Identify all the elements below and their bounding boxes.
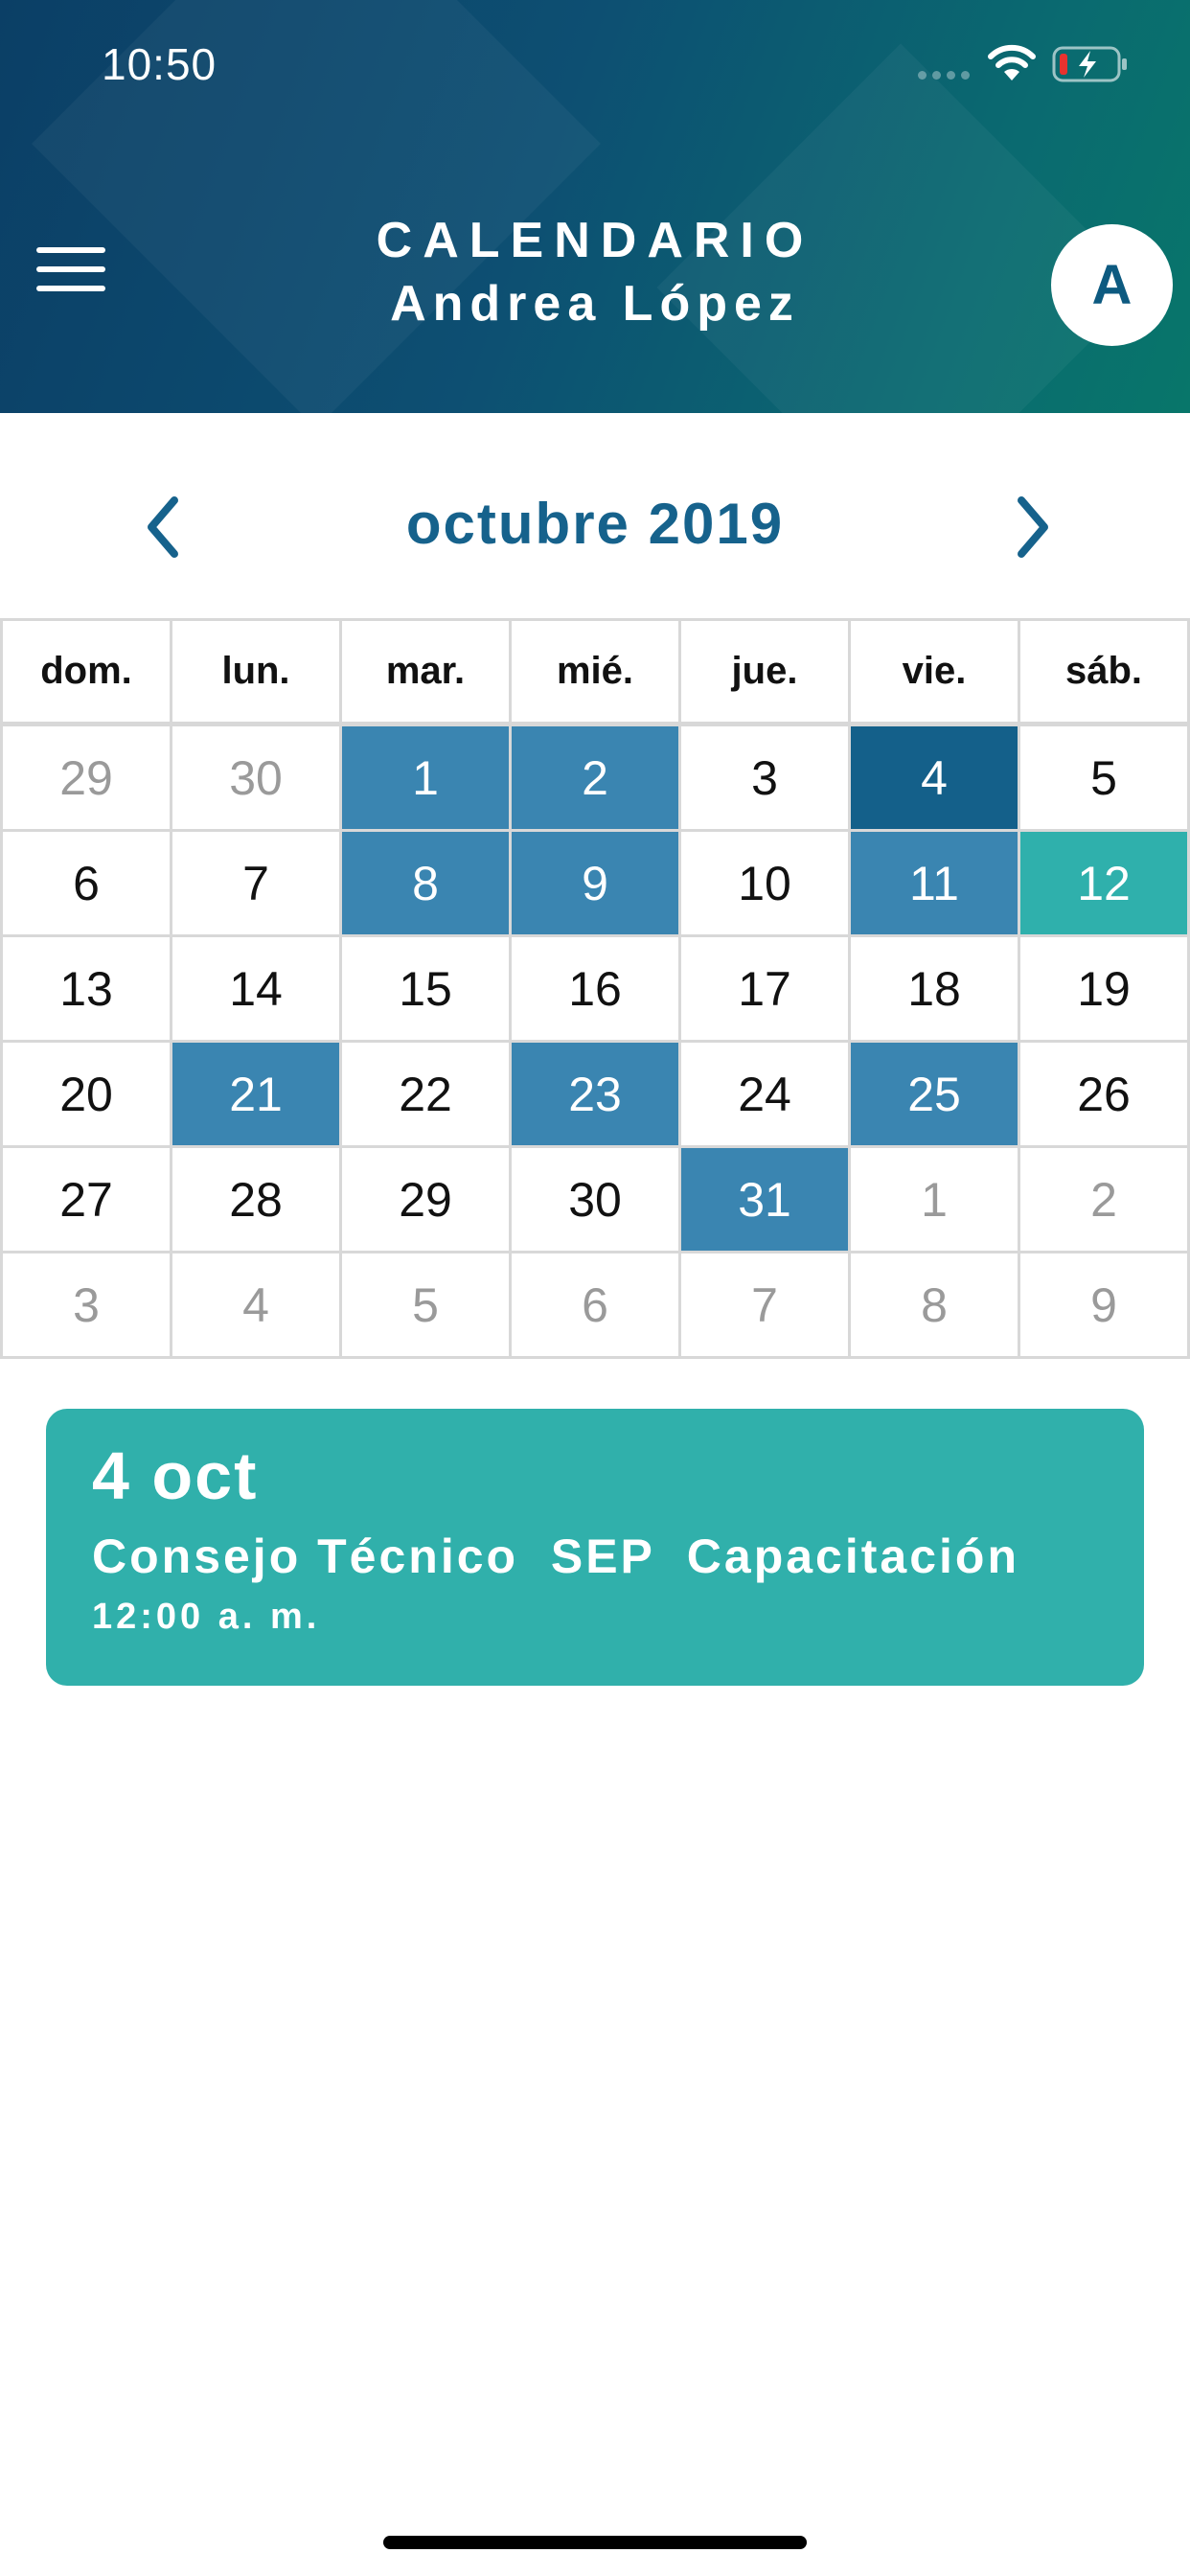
calendar-day[interactable]: 2 [512,726,681,832]
calendar-day[interactable]: 22 [342,1043,512,1148]
calendar-day[interactable]: 7 [172,832,342,937]
cellular-signal-icon [918,71,970,80]
home-indicator [383,2536,807,2549]
weekday-header: vie. [851,621,1020,726]
app-header: 10:50 CALENDARIO Andrea López A [0,0,1190,413]
calendar-day[interactable]: 24 [681,1043,851,1148]
calendar-day[interactable]: 1 [342,726,512,832]
calendar-day[interactable]: 29 [3,726,172,832]
event-title: Consejo Técnico SEP Capacitación [92,1530,1019,1583]
calendar-day[interactable]: 8 [851,1254,1020,1359]
calendar-day[interactable]: 7 [681,1254,851,1359]
header-title: CALENDARIO Andrea López [0,209,1190,335]
page-title: CALENDARIO [376,213,814,268]
calendar-day[interactable]: 6 [512,1254,681,1359]
chevron-right-icon[interactable] [1004,489,1062,565]
calendar-day[interactable]: 27 [3,1148,172,1254]
weekday-header: jue. [681,621,851,726]
event-time: 12:00 a. m. [92,1597,321,1637]
calendar-day[interactable]: 9 [1020,1254,1190,1359]
calendar-day[interactable]: 16 [512,937,681,1043]
calendar-day[interactable]: 3 [3,1254,172,1359]
calendar-day[interactable]: 30 [172,726,342,832]
calendar-day[interactable]: 1 [851,1148,1020,1254]
month-navigation: octubre 2019 [0,470,1190,575]
calendar-day[interactable]: 28 [172,1148,342,1254]
event-date: 4 oct [92,1438,259,1513]
calendar-day[interactable]: 17 [681,937,851,1043]
event-card[interactable]: 4 oct Consejo Técnico SEP Capacitación 1… [46,1409,1144,1686]
calendar-day[interactable]: 30 [512,1148,681,1254]
calendar-day[interactable]: 4 [172,1254,342,1359]
calendar-day[interactable]: 19 [1020,937,1190,1043]
calendar-day[interactable]: 10 [681,832,851,937]
calendar-day[interactable]: 15 [342,937,512,1043]
calendar-day[interactable]: 12 [1020,832,1190,937]
weekday-header: mar. [342,621,512,726]
calendar-day[interactable]: 3 [681,726,851,832]
weekday-header: mié. [512,621,681,726]
calendar-day[interactable]: 18 [851,937,1020,1043]
calendar-day[interactable]: 5 [342,1254,512,1359]
battery-charging-icon [1052,46,1127,82]
weekday-header: lun. [172,621,342,726]
weekday-header: dom. [3,621,172,726]
calendar-day[interactable]: 2 [1020,1148,1190,1254]
calendar-day[interactable]: 23 [512,1043,681,1148]
calendar-day[interactable]: 25 [851,1043,1020,1148]
calendar-day[interactable]: 6 [3,832,172,937]
avatar[interactable]: A [1051,224,1173,346]
calendar-day[interactable]: 11 [851,832,1020,937]
status-bar-time: 10:50 [102,39,217,89]
wifi-icon [988,44,1036,80]
calendar-day[interactable]: 20 [3,1043,172,1148]
calendar-day[interactable]: 5 [1020,726,1190,832]
calendar-day[interactable]: 21 [172,1043,342,1148]
calendar-day[interactable]: 26 [1020,1043,1190,1148]
user-name: Andrea López [390,276,800,332]
calendar-day[interactable]: 13 [3,937,172,1043]
calendar-day[interactable]: 29 [342,1148,512,1254]
calendar-day[interactable]: 9 [512,832,681,937]
weekday-header: sáb. [1020,621,1190,726]
calendar-grid: dom. lun. mar. mié. jue. vie. sáb. 29 30 1 2 3 4 5 6 7 8… [0,618,1190,1359]
calendar-day[interactable]: 8 [342,832,512,937]
calendar-day[interactable]: 14 [172,937,342,1043]
calendar-day[interactable]: 31 [681,1148,851,1254]
calendar-day[interactable]: 4 [851,726,1020,832]
